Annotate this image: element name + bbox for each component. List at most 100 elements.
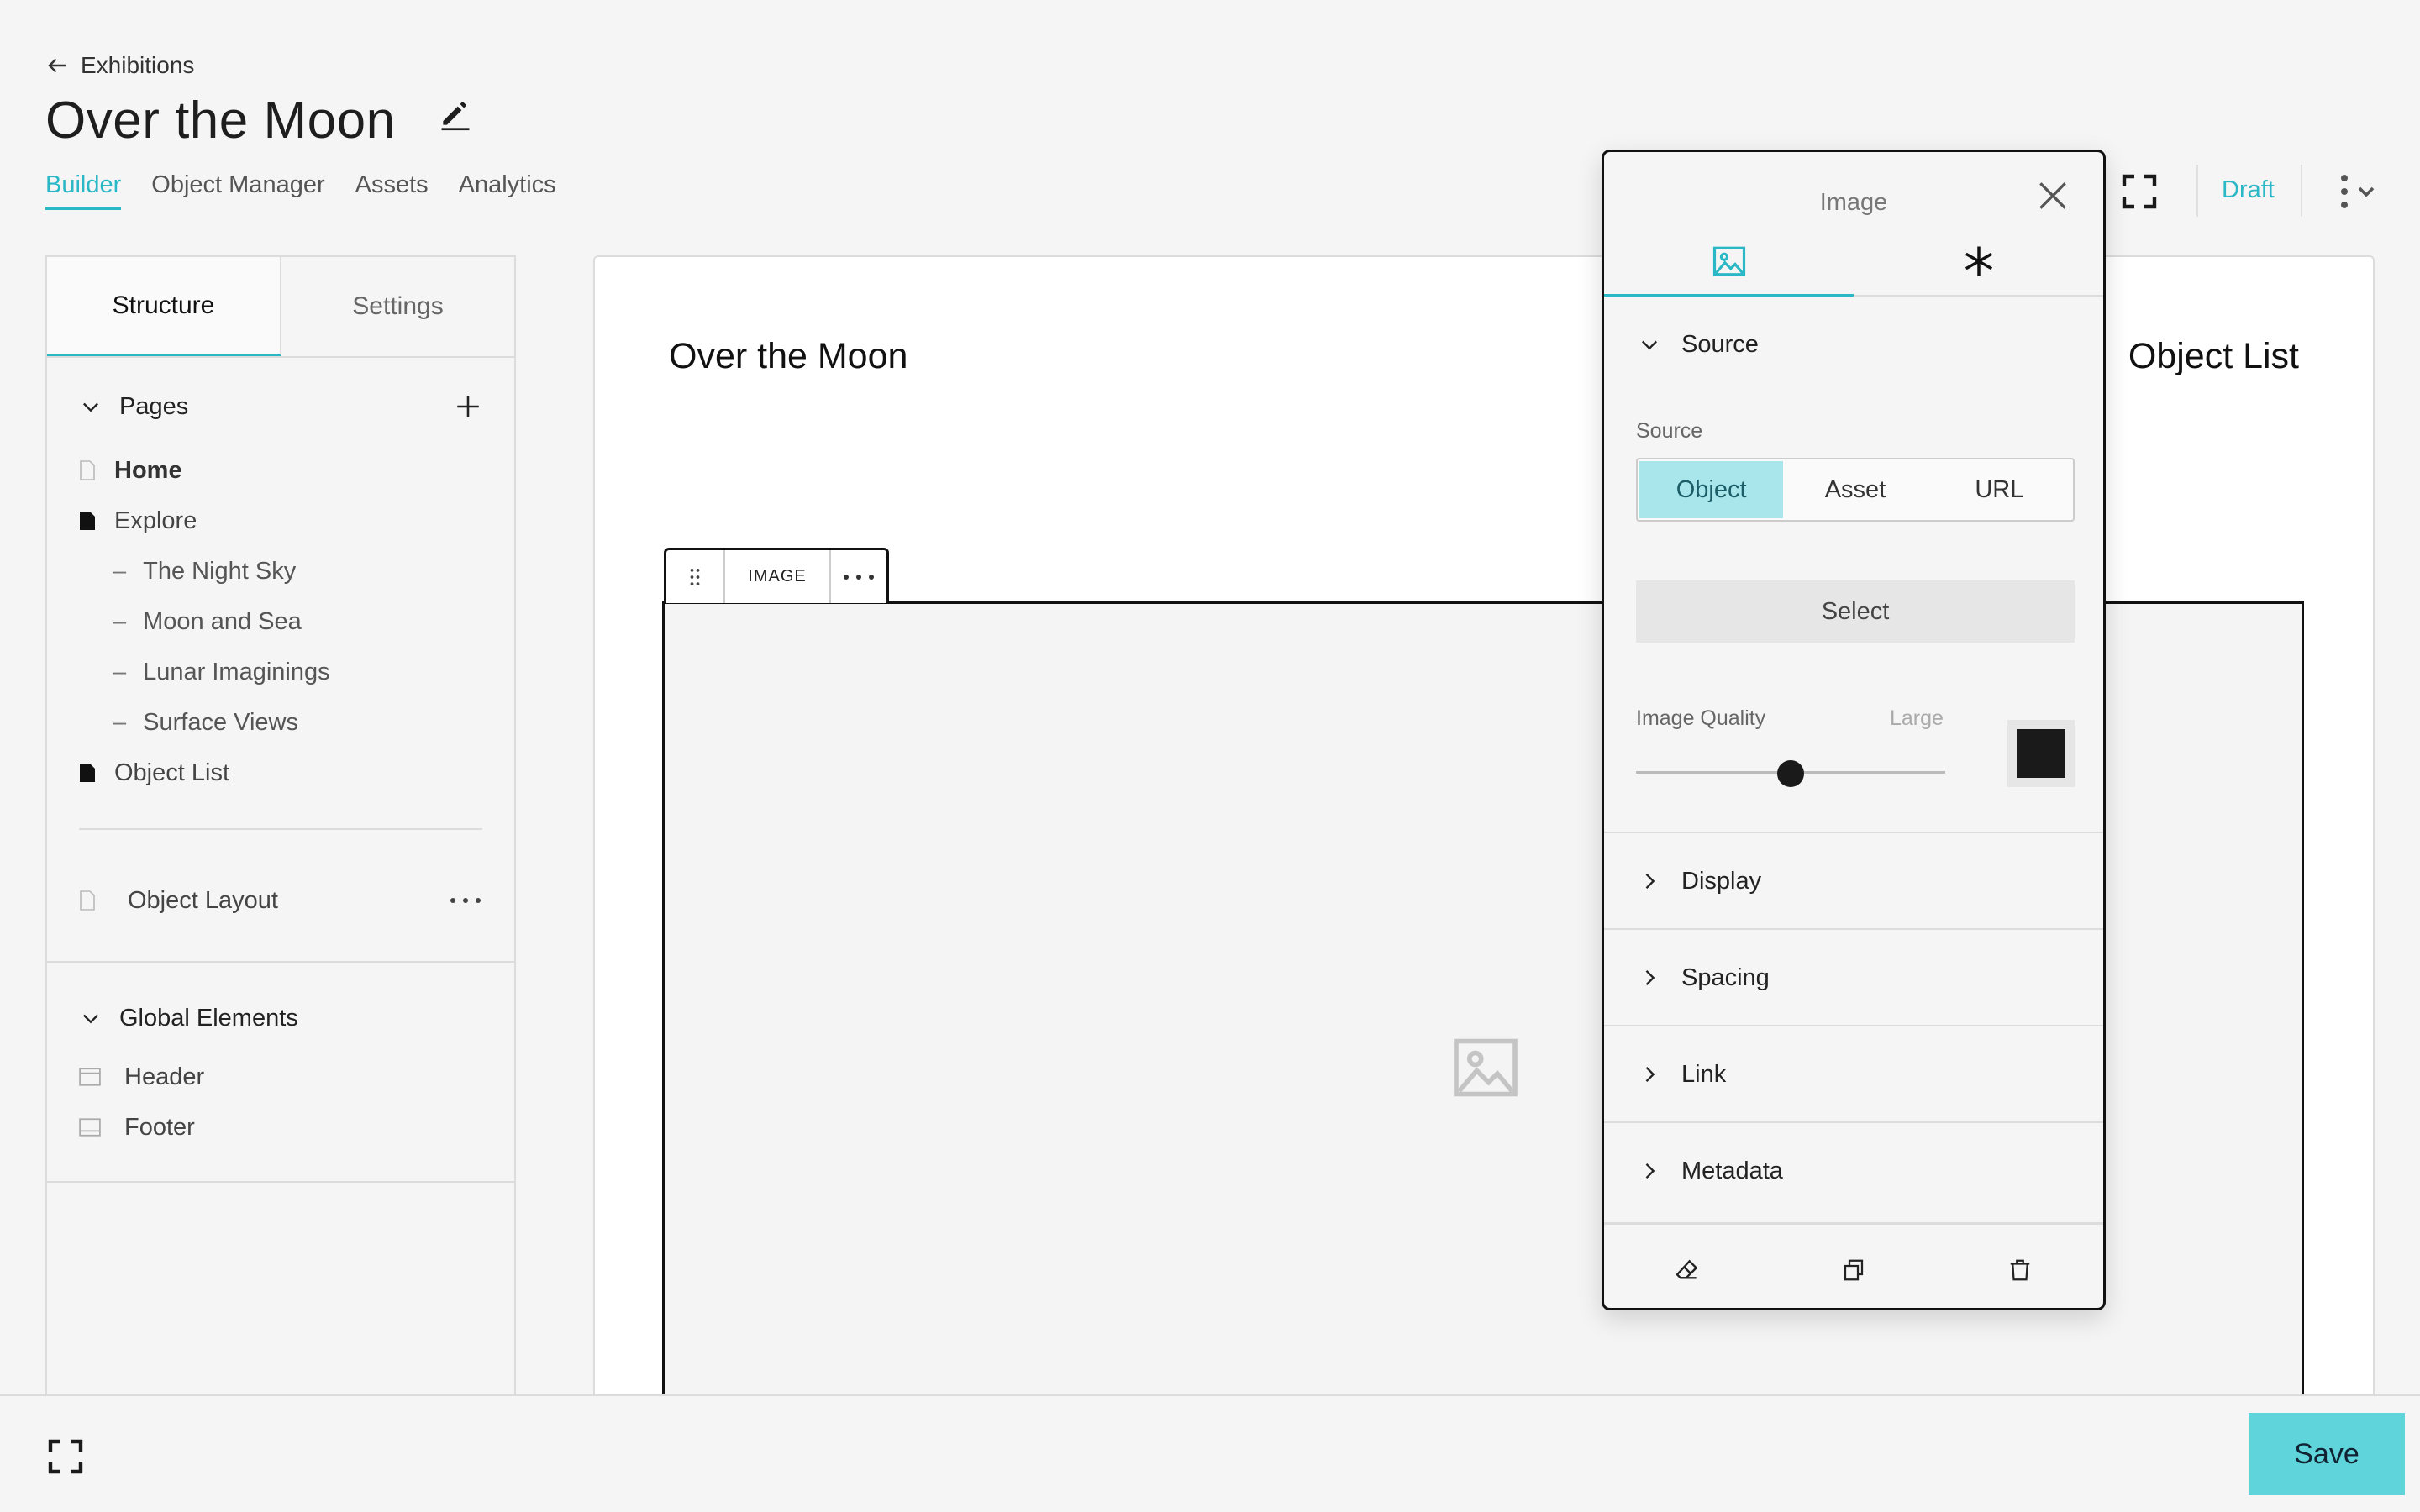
accordion-link[interactable]: Link	[1604, 1026, 2103, 1122]
source-field-label: Source	[1636, 419, 1703, 443]
tab-image-content[interactable]	[1604, 228, 1854, 297]
back-link-label: Exhibitions	[81, 52, 195, 78]
pencil-icon[interactable]	[437, 94, 474, 131]
image-placeholder-icon	[1454, 1038, 1518, 1097]
tab-assets[interactable]: Assets	[355, 171, 429, 210]
tab-analytics[interactable]: Analytics	[459, 171, 556, 210]
popover-footer	[1604, 1222, 2103, 1308]
accordion-label: Metadata	[1681, 1157, 1783, 1184]
chevron-right-icon	[1645, 1067, 1655, 1082]
accordion-label: Source	[1681, 330, 1759, 358]
tab-settings[interactable]: Settings	[281, 257, 514, 356]
global-elements-label: Global Elements	[119, 1004, 298, 1032]
divider	[79, 828, 482, 830]
divider	[2196, 165, 2198, 217]
page-filled-icon	[80, 512, 95, 530]
page-explore[interactable]: Explore	[79, 496, 482, 546]
source-option-object[interactable]: Object	[1639, 461, 1784, 518]
source-option-url[interactable]: URL	[1928, 461, 2071, 518]
pages-label: Pages	[119, 392, 189, 420]
source-segmented-control: Object Asset URL	[1636, 458, 2075, 522]
select-button[interactable]: Select	[1636, 580, 2075, 643]
duplicate-button[interactable]	[1770, 1225, 1937, 1308]
asterisk-icon	[1965, 246, 1992, 276]
tab-object-manager[interactable]: Object Manager	[151, 171, 324, 210]
chevron-right-icon	[1645, 1163, 1655, 1179]
canvas-nav-object-list[interactable]: Object List	[2128, 336, 2299, 377]
chevron-down-icon	[1642, 340, 1657, 350]
popover-title: Image	[1819, 189, 1888, 216]
color-swatch-fill	[2017, 729, 2065, 778]
header-layout-icon	[79, 1068, 101, 1086]
tab-structure[interactable]: Structure	[47, 257, 281, 356]
more-horizontal-icon[interactable]	[449, 896, 482, 905]
block-type-label: IMAGE	[723, 550, 829, 603]
page-moon-and-sea[interactable]: – Moon and Sea	[79, 596, 482, 647]
image-quality-slider-thumb[interactable]	[1777, 760, 1804, 787]
chevron-right-icon	[1645, 874, 1655, 889]
page-title: Over the Moon	[45, 92, 396, 150]
clear-button[interactable]	[1604, 1225, 1770, 1308]
image-settings-popover: Image Source Source Object Asset URL Sel…	[1602, 150, 2106, 1310]
accordion-metadata[interactable]: Metadata	[1604, 1123, 2103, 1219]
divider	[47, 1181, 514, 1183]
image-quality-value: Large	[1890, 706, 1944, 730]
more-options-icon[interactable]	[2331, 171, 2378, 212]
image-quality-label: Image Quality	[1636, 706, 1766, 730]
page-lunar-imaginings[interactable]: – Lunar Imaginings	[79, 647, 482, 697]
divider	[2301, 165, 2302, 217]
accordion-spacing[interactable]: Spacing	[1604, 930, 2103, 1026]
global-item-label: Header	[124, 1063, 205, 1090]
drag-handle[interactable]	[666, 550, 723, 603]
bottom-bar	[0, 1394, 2420, 1512]
status-draft[interactable]: Draft	[2222, 176, 2275, 204]
save-button[interactable]: Save	[2249, 1413, 2405, 1495]
duplicate-icon	[1844, 1259, 1864, 1280]
accordion-source[interactable]: Source	[1604, 297, 2103, 392]
color-swatch[interactable]	[2007, 720, 2075, 787]
accordion-display[interactable]: Display	[1604, 833, 2103, 929]
footer-layout-icon	[79, 1118, 101, 1137]
tab-advanced[interactable]	[1854, 228, 2103, 295]
global-item-header[interactable]: Header	[79, 1052, 482, 1102]
chevron-down-icon	[83, 402, 98, 412]
global-item-label: Footer	[124, 1113, 195, 1141]
pages-section-header[interactable]: Pages	[79, 381, 482, 432]
canvas-site-title: Over the Moon	[669, 336, 908, 376]
page-label: Home	[114, 456, 182, 484]
accordion-label: Spacing	[1681, 963, 1770, 991]
back-link[interactable]: Exhibitions	[45, 49, 194, 82]
page-label: Object List	[114, 759, 229, 786]
main-nav: Builder Object Manager Assets Analytics	[45, 171, 556, 210]
fullscreen-icon[interactable]	[2119, 171, 2160, 212]
page-the-night-sky[interactable]: – The Night Sky	[79, 546, 482, 596]
page-label: Explore	[114, 507, 197, 534]
plus-icon[interactable]	[454, 392, 482, 421]
close-icon[interactable]	[2034, 177, 2071, 214]
page-outline-icon	[80, 460, 95, 480]
global-elements-section-header[interactable]: Global Elements	[79, 993, 482, 1043]
global-item-footer[interactable]: Footer	[79, 1102, 482, 1152]
drag-handle-icon	[690, 568, 700, 585]
image-block-toolbar: IMAGE	[664, 548, 889, 603]
page-object-list[interactable]: Object List	[79, 748, 482, 798]
accordion-label: Link	[1681, 1060, 1727, 1088]
page-label: Surface Views	[143, 708, 298, 736]
delete-button[interactable]	[1937, 1225, 2103, 1308]
page-label: Moon and Sea	[143, 607, 302, 635]
object-layout-item[interactable]: Object Layout	[79, 875, 482, 926]
trash-icon	[2010, 1259, 2030, 1280]
page-label: The Night Sky	[143, 557, 297, 585]
block-more-button[interactable]	[829, 550, 886, 603]
source-option-asset[interactable]: Asset	[1783, 461, 1927, 518]
page-home[interactable]: Home	[79, 445, 482, 496]
page-surface-views[interactable]: – Surface Views	[79, 697, 482, 748]
eraser-icon	[1676, 1259, 1698, 1279]
image-icon	[1712, 246, 1745, 276]
fullscreen-icon[interactable]	[45, 1436, 86, 1477]
chevron-down-icon	[83, 1014, 98, 1024]
tab-builder[interactable]: Builder	[45, 171, 122, 210]
page-filled-icon	[80, 764, 95, 782]
accordion-label: Display	[1681, 867, 1762, 895]
object-layout-label: Object Layout	[128, 886, 278, 914]
